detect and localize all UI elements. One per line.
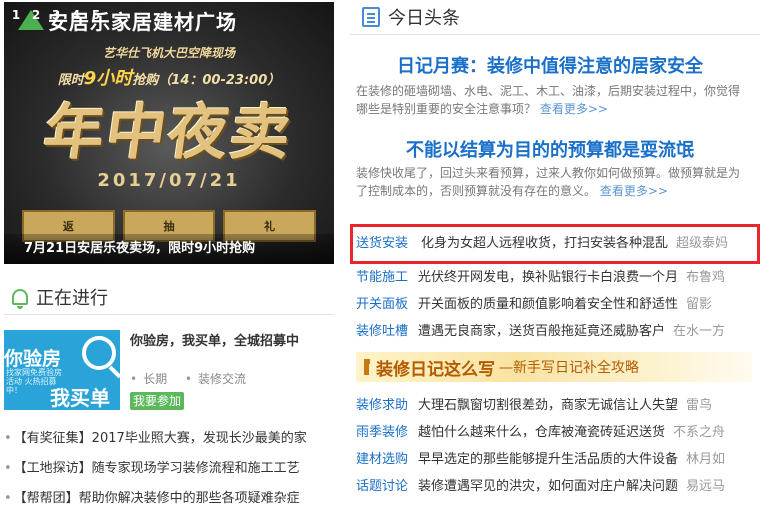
news-row[interactable]: 节能施工 光伏终开网发电，换补贴银行卡白浪费一个月 布鲁鸡 — [350, 264, 760, 291]
diary-guide-subtitle: —新手写日记补全攻略 — [499, 360, 639, 376]
news-title[interactable]: 开关面板的质量和颜值影响着安全性和舒适性 — [418, 291, 678, 318]
activity-list-item[interactable]: • 【帮帮团】帮助你解决装修中的那些各项疑难杂症 — [4, 484, 334, 514]
bullet: • — [4, 431, 12, 446]
news-category[interactable]: 话题讨论 — [350, 473, 412, 500]
join-button[interactable]: 我要参加 — [130, 392, 184, 410]
news-row[interactable]: 开关面板 开关面板的质量和颜值影响着安全性和舒适性 留影 — [350, 291, 760, 318]
news-row[interactable]: 装修求助 大理石飘窗切割很差劲，商家无诚信让人失望 雷鸟 — [350, 392, 760, 419]
activity-category: 装修交流 — [185, 372, 246, 386]
news-author[interactable]: 易远马 — [686, 473, 725, 500]
headlines-title: 今日头条 — [388, 8, 460, 29]
activity-thumbnail[interactable]: 你验房 找家网免费验房活动 火热招募中！ 我买单 — [4, 330, 120, 410]
news-category[interactable]: 雨季装修 — [350, 419, 412, 446]
in-progress-title: 正在进行 — [36, 288, 108, 309]
divider — [350, 34, 760, 35]
headline-desc: 装修快收尾了，回过头来看预算，过来人教你如何做预算。做预算就是为了控制成本的，否… — [356, 164, 746, 200]
carousel-indicators: 1 2 3 4 5 — [10, 8, 102, 22]
news-title[interactable]: 早早选定的那些能够提升生活品质的大件设备 — [418, 446, 678, 473]
news-title[interactable]: 化身为女超人远程收货，打扫安装各种混乱 — [421, 227, 668, 261]
banner-date: 2017/07/21 — [97, 170, 241, 191]
activity-list-item[interactable]: • 【有奖征集】2017毕业照大赛，发现长沙最美的家 — [4, 424, 334, 454]
news-author[interactable]: 林月如 — [686, 446, 725, 473]
news-category[interactable]: 装修吐槽 — [350, 318, 412, 345]
activity-list-text[interactable]: 【工地探访】随专家现场学习装修流程和施工工艺 — [14, 461, 300, 476]
news-author[interactable]: 超级泰妈 — [676, 227, 728, 261]
see-more-link[interactable]: 查看更多>> — [600, 184, 668, 198]
activity-list-text[interactable]: 【帮帮团】帮助你解决装修中的那些各项疑难杂症 — [14, 491, 300, 506]
activity-list: • 【有奖征集】2017毕业照大赛，发现长沙最美的家 • 【工地探访】随专家现场学习… — [4, 424, 334, 514]
headline-title[interactable]: 不能以结算为目的的预算都是耍流氓 — [350, 136, 750, 162]
activity-list-text[interactable]: 【有奖征集】2017毕业照大赛，发现长沙最美的家 — [14, 431, 307, 446]
carousel-dot[interactable]: 4 — [70, 8, 82, 22]
news-category[interactable]: 节能施工 — [350, 264, 412, 291]
in-progress-header: 正在进行 — [12, 284, 108, 310]
carousel-dot[interactable]: 2 — [30, 8, 42, 22]
activity-meta: 长期 装修交流 — [130, 370, 260, 387]
bell-icon — [12, 289, 28, 309]
news-category[interactable]: 开关面板 — [350, 291, 412, 318]
thumb-text-line1: 你验房 — [4, 348, 62, 370]
activity-duration: 长期 — [130, 372, 167, 386]
banner-subtitle: 艺华仕飞机大巴空降现场 — [102, 46, 235, 60]
headlines-header: 今日头条 — [362, 4, 460, 30]
news-list-bottom: 装修求助 大理石飘窗切割很差劲，商家无诚信让人失望 雷鸟 雨季装修 越怕什么越来… — [350, 392, 760, 500]
newspaper-icon — [362, 7, 380, 27]
bullet: • — [4, 461, 12, 476]
headline-desc: 在装修的砸墙砌墙、水电、泥工、木工、油漆，后期安装过程中，你觉得哪些是特别重要的… — [356, 82, 746, 118]
news-list-top: 送货安装 化身为女超人远程收货，打扫安装各种混乱 超级泰妈 节能施工 光伏终开网… — [350, 224, 760, 345]
news-author[interactable]: 在水一方 — [673, 318, 725, 345]
carousel-dot[interactable]: 5 — [90, 8, 102, 22]
thumb-text-line2: 我买单 — [50, 386, 110, 410]
news-category[interactable]: 装修求助 — [350, 392, 412, 419]
bullet: • — [4, 491, 12, 506]
news-category[interactable]: 建材选购 — [350, 446, 412, 473]
see-more-link[interactable]: 查看更多>> — [540, 102, 608, 116]
news-title[interactable]: 遭遇无良商家，送货百般拖延竟还威胁客户 — [418, 318, 665, 345]
news-author[interactable]: 不系之舟 — [673, 419, 725, 446]
news-row[interactable]: 话题讨论 装修遭遇罕见的洪灾，如何面对庄户解决问题 易远马 — [350, 473, 760, 500]
diary-guide-banner[interactable]: 装修日记这么写 —新手写日记补全攻略 — [356, 352, 752, 382]
news-author[interactable]: 留影 — [686, 291, 712, 318]
headline-desc-text: 装修快收尾了，回过头来看预算，过来人教你如何做预算。做预算就是为了控制成本的，否… — [356, 166, 741, 198]
news-category[interactable]: 送货安装 — [353, 227, 415, 261]
promo-carousel[interactable]: 1 2 3 4 5 安居乐家居建材广场 艺华仕飞机大巴空降现场 限时9小时抢购（… — [4, 2, 334, 264]
news-title[interactable]: 光伏终开网发电，换补贴银行卡白浪费一个月 — [418, 264, 678, 291]
magnifier-handle — [108, 365, 120, 379]
diary-guide-title: 装修日记这么写 — [376, 359, 495, 380]
news-row[interactable]: 装修吐槽 遭遇无良商家，送货百般拖延竟还威胁客户 在水一方 — [350, 318, 760, 345]
news-title[interactable]: 装修遭遇罕见的洪灾，如何面对庄户解决问题 — [418, 473, 678, 500]
banner-caption[interactable]: 7月21日安居乐夜卖场，限时9小时抢购 — [4, 234, 334, 264]
news-row[interactable]: 建材选购 早早选定的那些能够提升生活品质的大件设备 林月如 — [350, 446, 760, 473]
news-title[interactable]: 大理石飘窗切割很差劲，商家无诚信让人失望 — [418, 392, 678, 419]
carousel-dot[interactable]: 1 — [10, 8, 22, 22]
activity-list-item[interactable]: • 【工地探访】随专家现场学习装修流程和施工工艺 — [4, 454, 334, 484]
news-title[interactable]: 越怕什么越来什么，仓库被淹瓷砖延迟送货 — [418, 419, 665, 446]
banner-headline: 年中夜卖 — [39, 98, 298, 168]
news-author[interactable]: 雷鸟 — [686, 392, 712, 419]
divider — [4, 314, 334, 315]
headline-title[interactable]: 日记月赛：装修中值得注意的居家安全 — [350, 52, 750, 78]
bracket-icon — [364, 359, 370, 375]
news-row[interactable]: 雨季装修 越怕什么越来什么，仓库被淹瓷砖延迟送货 不系之舟 — [350, 419, 760, 446]
carousel-dot[interactable]: 3 — [50, 8, 62, 22]
news-row-highlighted[interactable]: 送货安装 化身为女超人远程收货，打扫安装各种混乱 超级泰妈 — [350, 224, 760, 264]
news-author[interactable]: 布鲁鸡 — [686, 264, 725, 291]
activity-title[interactable]: 你验房，我买单，全城招募中 — [130, 330, 299, 349]
